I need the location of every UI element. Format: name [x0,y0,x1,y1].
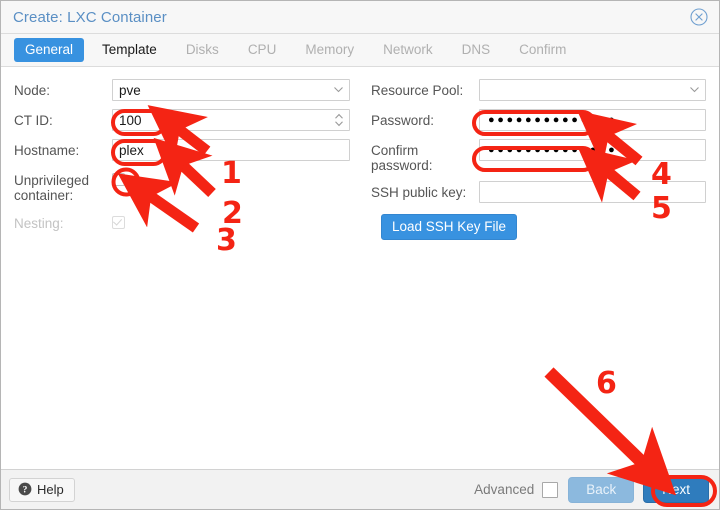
unprivileged-row: Unprivileged container: [14,169,350,203]
node-field[interactable]: pve [112,79,350,101]
hostname-input[interactable] [112,139,350,161]
tab-template[interactable]: Template [91,38,168,62]
tab-general[interactable]: General [14,38,85,62]
close-icon[interactable] [689,7,709,27]
password-label: Password: [371,113,435,128]
password-row: Password: ●●●●●●●●●●●●●● [371,109,706,131]
nesting-row: Nesting: [14,212,350,234]
password-input[interactable]: ●●●●●●●●●●●●●● [479,109,706,131]
ct-id-field[interactable] [112,109,350,131]
svg-text:?: ? [23,485,28,495]
dialog-title: Create: LXC Container [13,8,167,26]
hostname-field[interactable] [112,139,350,161]
dialog-titlebar: Create: LXC Container [1,1,719,34]
resource-pool-select[interactable] [479,79,706,101]
tab-network[interactable]: Network [372,38,444,62]
advanced-label: Advanced [474,482,535,497]
back-button[interactable]: Back [568,476,635,503]
node-value: pve [119,82,141,98]
tab-confirm[interactable]: Confirm [508,38,577,62]
screenshot-root: Create: LXC Container General Template D… [0,0,720,510]
advanced-checkbox[interactable] [542,481,559,498]
ssh-public-key-input[interactable] [479,181,706,203]
unprivileged-label: Unprivileged container: [14,173,90,203]
confirm-password-row: Confirm password: ●●●●●●●●●●●●●● [371,139,706,173]
nesting-field [112,212,350,234]
confirm-password-field[interactable]: ●●●●●●●●●●●●●● [479,139,706,161]
help-label: Help [37,481,64,497]
tab-cpu[interactable]: CPU [237,38,288,62]
confirm-password-label: Confirm password: [371,143,433,173]
load-ssh-key-file-button[interactable]: Load SSH Key File [381,214,518,240]
tab-disks[interactable]: Disks [175,38,230,62]
create-lxc-container-dialog: Create: LXC Container General Template D… [0,0,720,510]
password-value: ●●●●●●●●●●●●●● [488,114,618,126]
ssh-public-key-field[interactable] [479,181,706,203]
hostname-label: Hostname: [14,143,80,158]
password-field[interactable]: ●●●●●●●●●●●●●● [479,109,706,131]
nesting-checkbox [112,216,125,229]
hostname-row: Hostname: [14,139,350,161]
ct-id-input[interactable] [112,109,350,131]
help-button[interactable]: ? Help [9,477,75,502]
resource-pool-field[interactable] [479,79,706,101]
dialog-footer: ? Help Advanced Back Next [1,469,719,509]
resource-pool-row: Resource Pool: [371,79,706,101]
tab-dns[interactable]: DNS [451,38,502,62]
ssh-public-key-label: SSH public key: [371,185,467,200]
form-column-left: Node: pve CT ID: 100 Hostname: plex Unpr… [1,79,360,248]
question-circle-icon: ? [18,482,32,496]
form-column-right: Resource Pool: Password: ●●●●●●●●●●●●●● … [360,79,719,248]
wizard-tabbar: General Template Disks CPU Memory Networ… [1,34,719,67]
node-label: Node: [14,83,51,98]
node-select[interactable]: pve [112,79,350,101]
resource-pool-label: Resource Pool: [371,83,464,98]
load-ssh-field: Load SSH Key File [381,212,706,240]
node-row: Node: pve [14,79,350,101]
unprivileged-field[interactable] [112,169,350,191]
ssh-public-key-row: SSH public key: [371,181,706,203]
tab-memory[interactable]: Memory [294,38,365,62]
nesting-label: Nesting: [14,216,64,231]
general-tab-panel: Node: pve CT ID: 100 Hostname: plex Unpr… [1,67,719,469]
confirm-password-input[interactable]: ●●●●●●●●●●●●●● [479,139,706,161]
confirm-password-value: ●●●●●●●●●●●●●● [488,144,618,156]
load-ssh-row: Load SSH Key File [371,212,706,240]
unprivileged-checkbox[interactable] [112,173,125,186]
next-button[interactable]: Next [643,476,709,503]
ct-id-row: CT ID: [14,109,350,131]
ct-id-label: CT ID: [14,113,53,128]
